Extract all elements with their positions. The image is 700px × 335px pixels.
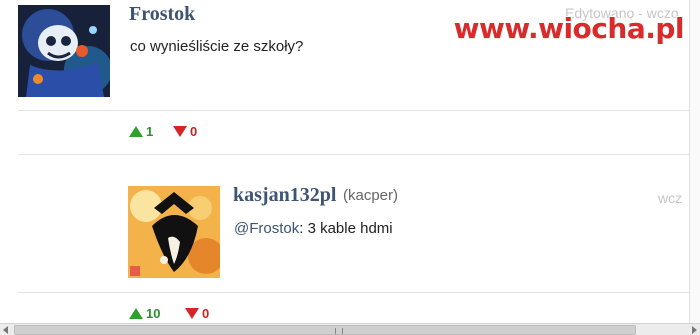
comment-divider (18, 154, 690, 155)
comment-time: wcz (658, 190, 683, 206)
upvote-button[interactable]: 1 (129, 124, 153, 139)
scroll-right-icon[interactable] (692, 326, 697, 334)
scrollbar-grip-icon (335, 328, 343, 334)
horizontal-scrollbar[interactable] (0, 323, 700, 335)
comment-divider (18, 110, 690, 111)
comment-author[interactable]: Frostok (129, 3, 195, 26)
comment-body: : 3 kable hdmi (299, 220, 393, 237)
upvote-button[interactable]: 10 (129, 306, 160, 321)
scrollbar-thumb[interactable] (14, 325, 636, 335)
downvote-count: 0 (190, 124, 198, 139)
upvote-count: 10 (146, 306, 161, 321)
triangle-up-icon (129, 126, 143, 137)
avatar-frostok[interactable] (18, 5, 110, 97)
downvote-button[interactable]: 0 (185, 306, 209, 321)
downvote-button[interactable]: 0 (173, 124, 197, 139)
downvote-count: 0 (202, 306, 210, 321)
upvote-count: 1 (146, 124, 154, 139)
comment-divider (18, 292, 690, 293)
comment-text: co wynieśliście ze szkoły? (130, 38, 304, 55)
triangle-down-icon (173, 126, 187, 137)
triangle-down-icon (185, 308, 199, 319)
comment-text: @Frostok: 3 kable hdmi (234, 220, 393, 237)
triangle-up-icon (129, 308, 143, 319)
mention-link[interactable]: @Frostok (234, 220, 299, 237)
avatar-kasjan132pl[interactable] (128, 186, 220, 278)
comment-author[interactable]: kasjan132pl (233, 184, 336, 207)
comment-display-name: (kacper) (343, 187, 399, 204)
scroll-left-icon[interactable] (3, 326, 8, 334)
site-watermark: www.wiocha.pl (453, 12, 685, 45)
